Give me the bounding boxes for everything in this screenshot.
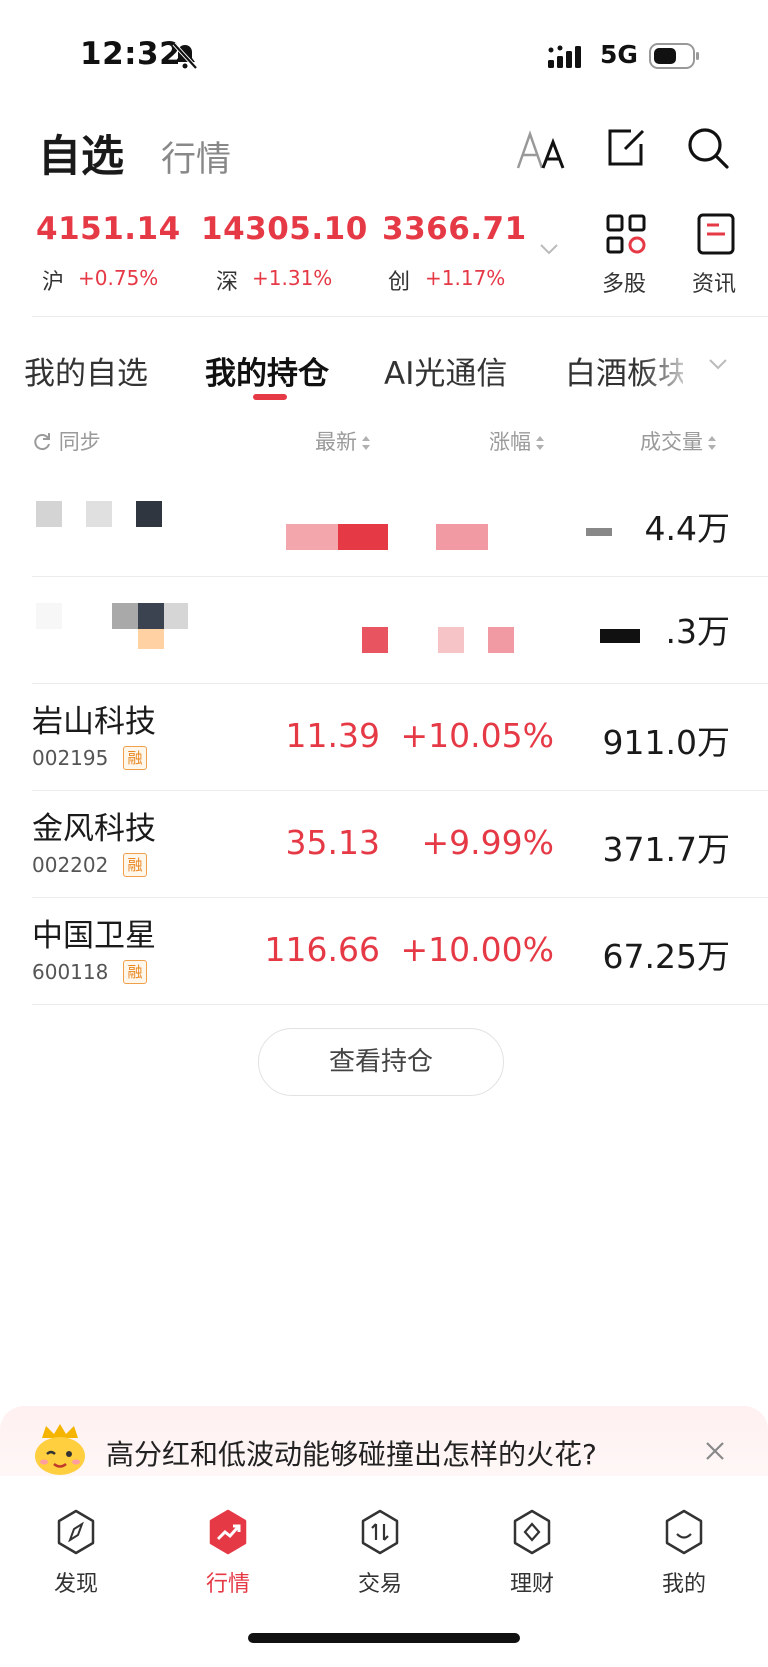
news-icon[interactable] <box>694 212 738 256</box>
battery-icon <box>649 43 699 69</box>
view-holdings-button[interactable]: 查看持仓 <box>258 1028 504 1096</box>
sort-volume[interactable]: 成交量 <box>640 426 717 456</box>
sync-button[interactable]: 同步 <box>32 426 101 456</box>
index-cy-value[interactable]: 3366.71 <box>382 211 527 247</box>
nav-market[interactable]: 行情 <box>188 1566 268 1598</box>
stock-change: +10.00% <box>400 930 554 969</box>
search-icon[interactable] <box>686 126 730 170</box>
stock-change: +10.05% <box>400 716 554 755</box>
sort-latest[interactable]: 最新 <box>315 426 371 456</box>
refresh-icon <box>34 433 50 451</box>
market-icon[interactable] <box>206 1508 250 1556</box>
bell-muted-icon <box>172 42 198 70</box>
sort-change[interactable]: 涨幅 <box>489 426 545 456</box>
tab-fade <box>640 338 700 388</box>
stock-price: 11.39 <box>285 716 380 755</box>
tab-my-holdings[interactable]: 我的持仓 <box>205 348 329 393</box>
index-sz-name: 深 <box>216 270 239 295</box>
tab-market[interactable]: 行情 <box>161 131 231 182</box>
table-row[interactable]: 金风科技 002202 融 35.13 +9.99% 371.7万 <box>0 791 768 897</box>
latest-header: 最新 <box>315 430 357 454</box>
stock-name: 岩山科技 <box>32 704 156 740</box>
obscured-volume: 4.4万 <box>644 509 730 548</box>
chevron-down-icon[interactable] <box>707 355 729 373</box>
table-row[interactable]: 中国卫星 600118 融 116.66 +10.00% 67.25万 <box>0 898 768 1004</box>
margin-badge: 融 <box>123 853 147 877</box>
tab-ai-optical[interactable]: AI光通信 <box>384 348 507 393</box>
tab-watchlist[interactable]: 自选 <box>38 122 124 184</box>
index-sh-name: 沪 <box>42 270 65 295</box>
stock-volume: 67.25万 <box>602 937 730 976</box>
mascot-icon <box>35 1424 85 1475</box>
profile-icon[interactable] <box>662 1508 706 1556</box>
list-item-obscured[interactable]: 4.4万 <box>0 480 768 576</box>
list-item-obscured[interactable]: .3万 <box>0 577 768 683</box>
stock-code: 002195 <box>32 746 109 770</box>
stock-change: +9.99% <box>421 823 554 862</box>
sync-label: 同步 <box>58 430 101 454</box>
nav-me[interactable]: 我的 <box>644 1566 724 1598</box>
news-label[interactable]: 资讯 <box>692 266 736 298</box>
index-sh-value[interactable]: 4151.14 <box>36 211 181 247</box>
divider <box>32 1004 768 1005</box>
trade-icon[interactable] <box>358 1508 402 1556</box>
table-row[interactable]: 岩山科技 002195 融 11.39 +10.05% 911.0万 <box>0 684 768 790</box>
compass-icon[interactable] <box>54 1508 98 1556</box>
status-time: 12:32 <box>80 36 182 72</box>
index-sz-change: +1.31% <box>252 266 333 290</box>
home-indicator[interactable] <box>248 1633 520 1643</box>
chevron-down-icon[interactable] <box>538 240 560 258</box>
banner-text[interactable]: 高分红和低波动能够碰撞出怎样的火花? <box>106 1433 597 1473</box>
sort-icon <box>362 436 370 450</box>
stock-code: 600118 <box>32 960 109 984</box>
stock-price: 35.13 <box>285 823 380 862</box>
index-cy-change: +1.17% <box>425 266 506 290</box>
wealth-icon[interactable] <box>510 1508 554 1556</box>
font-size-icon[interactable] <box>515 128 567 172</box>
nav-trade[interactable]: 交易 <box>340 1566 420 1598</box>
active-tab-indicator <box>253 394 287 400</box>
stock-code: 002202 <box>32 853 109 877</box>
stock-volume: 911.0万 <box>602 723 730 762</box>
sort-icon <box>536 436 544 450</box>
nav-wealth[interactable]: 理财 <box>492 1566 572 1598</box>
stock-price: 116.66 <box>264 930 380 969</box>
index-sz-value[interactable]: 14305.10 <box>201 211 368 247</box>
obscured-volume: .3万 <box>665 612 731 651</box>
nav-discover[interactable]: 发现 <box>36 1566 116 1598</box>
margin-badge: 融 <box>123 960 147 984</box>
multi-stock-icon[interactable] <box>604 212 648 256</box>
stock-volume: 371.7万 <box>602 830 730 869</box>
close-icon[interactable] <box>704 1440 726 1462</box>
network-type: 5G <box>600 40 638 69</box>
multi-stock-label[interactable]: 多股 <box>602 266 646 298</box>
volume-header: 成交量 <box>640 430 703 454</box>
index-sh-change: +0.75% <box>78 266 159 290</box>
divider <box>32 316 768 317</box>
sort-icon <box>708 436 716 450</box>
change-header: 涨幅 <box>489 430 531 454</box>
edit-icon[interactable] <box>605 126 647 170</box>
index-cy-name: 创 <box>388 270 411 295</box>
tab-my-watchlist[interactable]: 我的自选 <box>24 348 148 393</box>
stock-name: 金风科技 <box>32 811 156 847</box>
stock-name: 中国卫星 <box>32 918 156 954</box>
signal-icon <box>548 45 581 68</box>
margin-badge: 融 <box>123 746 147 770</box>
